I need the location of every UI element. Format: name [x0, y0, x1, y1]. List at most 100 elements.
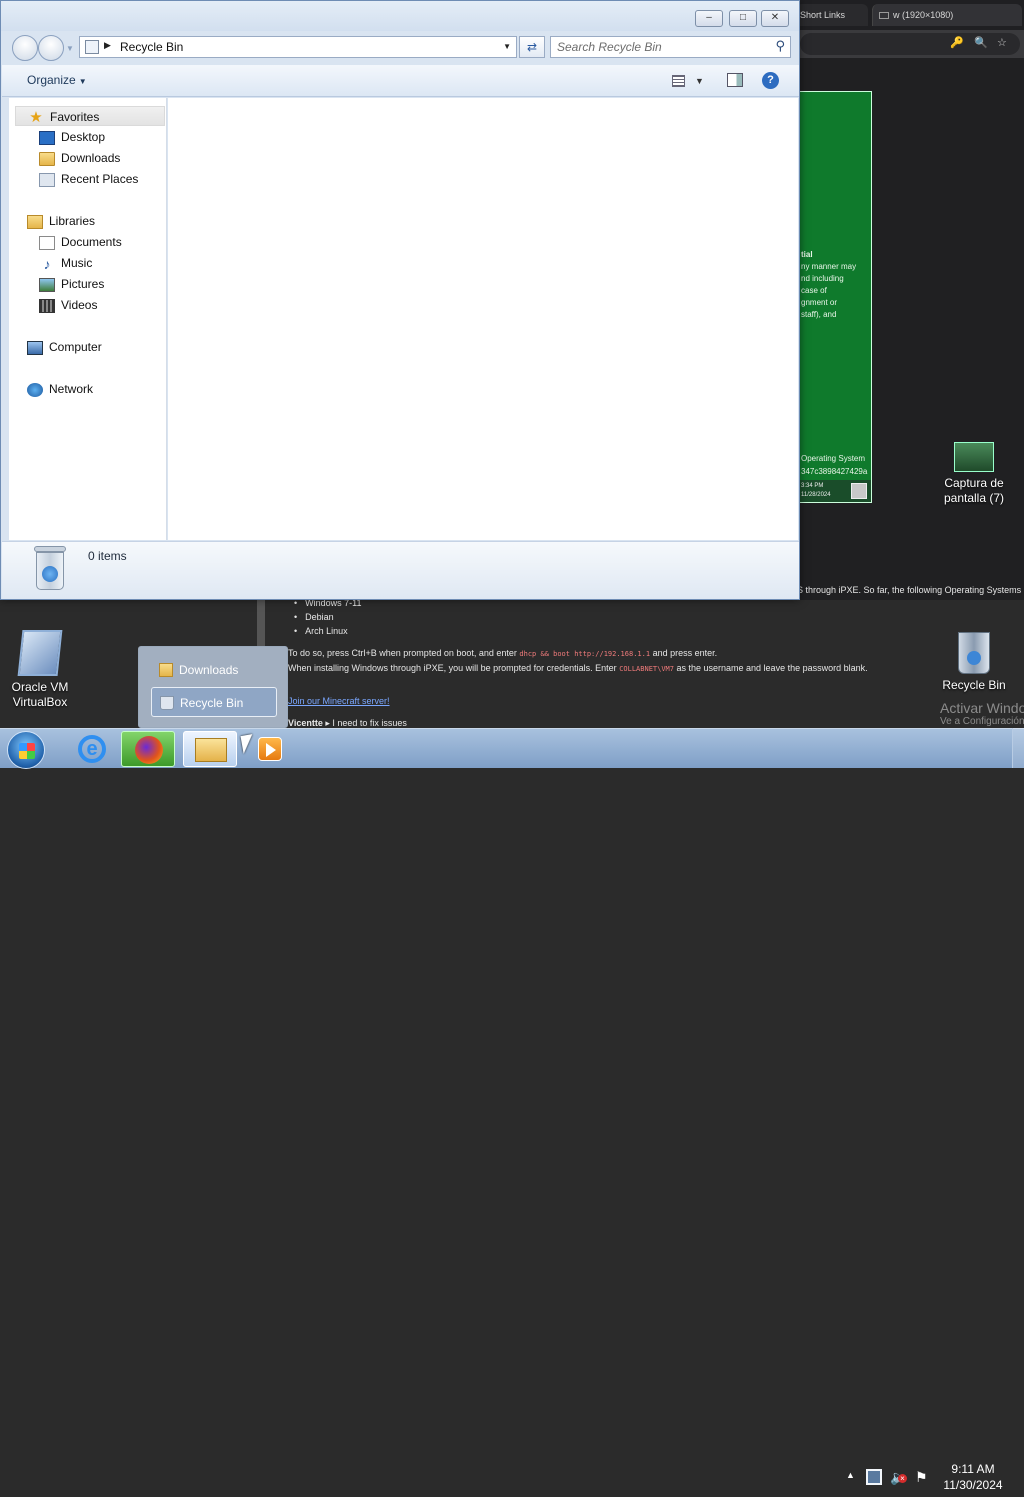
desktop-icon-recycle-bin[interactable]: Recycle Bin: [934, 632, 1014, 693]
comment-text: I need to fix issues: [332, 718, 407, 728]
minimize-button[interactable]: –: [695, 10, 723, 27]
notice-line: gnment or: [801, 298, 838, 307]
activation-watermark: Activar Windows Ve a Configuración: [940, 700, 1024, 727]
notice-line: ny manner may: [801, 262, 857, 271]
show-hidden-icons-chevron-icon[interactable]: ▲: [846, 1470, 855, 1480]
address-dropdown-icon[interactable]: ▼: [503, 42, 511, 51]
nav-item-videos[interactable]: Videos: [39, 295, 97, 315]
volume-muted-icon[interactable]: 🔈×: [890, 1469, 907, 1485]
notice-time: 3:34 PM: [801, 483, 824, 489]
notice-line: staff), and: [801, 310, 837, 319]
credential-instructions: When installing Windows through iPXE, yo…: [288, 663, 868, 673]
browser-tab-short-links[interactable]: Short Links: [796, 4, 868, 26]
image-file-icon: [954, 442, 994, 472]
recycle-bin-icon: [160, 696, 174, 710]
close-button[interactable]: ✕: [761, 10, 789, 27]
chevron-down-icon: ▼: [695, 76, 704, 86]
taskbar-internet-explorer[interactable]: e: [66, 731, 120, 767]
breadcrumb-arrow-icon[interactable]: ▶: [104, 40, 111, 51]
desktop-icon-label: Captura de pantalla (7): [943, 476, 1005, 505]
image-favicon-icon: [879, 12, 889, 19]
tab-label: Short Links: [800, 10, 846, 20]
libraries-icon: [27, 214, 43, 229]
show-desktop-button[interactable]: [1012, 728, 1024, 768]
details-view-icon: [672, 74, 685, 87]
article-content: S through iPXE. So far, the following Op…: [257, 580, 1024, 730]
taskbar-windows-explorer[interactable]: [183, 731, 237, 767]
media-player-icon: [258, 737, 282, 761]
maximize-button[interactable]: □: [729, 10, 757, 27]
desktop-icon-virtualbox[interactable]: Oracle VM VirtualBox: [0, 630, 80, 710]
nav-item-desktop[interactable]: Desktop: [39, 127, 105, 147]
jump-list-item-recycle-bin[interactable]: Recycle Bin: [151, 687, 277, 717]
change-view-button[interactable]: ▼: [672, 73, 712, 89]
taskbar-firefox[interactable]: [121, 731, 175, 767]
system-clock[interactable]: 9:11 AM 11/30/2024: [940, 1461, 1006, 1493]
nav-item-computer[interactable]: Computer: [27, 337, 102, 357]
minecraft-server-link[interactable]: Join our Minecraft server!: [288, 696, 390, 706]
notice-recycle-icon: [851, 483, 867, 499]
firefox-icon: [135, 736, 163, 764]
jump-list-item-downloads[interactable]: Downloads: [151, 655, 277, 685]
address-bar[interactable]: ▶ Recycle Bin ▼: [79, 36, 517, 58]
file-list-pane[interactable]: [168, 98, 798, 540]
recent-places-icon: [39, 172, 55, 187]
scrollbar-thumb[interactable]: [257, 600, 265, 646]
recycle-bin-large-icon: [32, 546, 68, 592]
start-orb-icon: [19, 743, 35, 759]
notice-date: 11/28/2024: [801, 492, 831, 498]
downloads-folder-icon: [159, 663, 173, 677]
details-pane: 0 items: [2, 541, 799, 599]
refresh-button[interactable]: ⇄: [519, 36, 545, 58]
item-count: 0 items: [88, 549, 127, 563]
pictures-icon: [39, 277, 55, 292]
nav-item-recent-places[interactable]: Recent Places: [39, 169, 138, 189]
preview-pane-button[interactable]: [727, 73, 743, 87]
recent-pages-chevron-icon[interactable]: ▼: [66, 44, 74, 53]
boot-command: dhcp && boot http://192.168.1.1: [519, 650, 651, 658]
network-icon[interactable]: [866, 1469, 882, 1485]
music-note-icon: ♪: [43, 255, 51, 272]
nav-item-documents[interactable]: Documents: [39, 232, 122, 252]
refresh-icon: ⇄: [526, 40, 538, 54]
nav-item-pictures[interactable]: Pictures: [39, 274, 104, 294]
nav-item-downloads[interactable]: Downloads: [39, 148, 120, 168]
desktop-icon-label: Oracle VM VirtualBox: [11, 680, 69, 709]
search-box[interactable]: ⚲: [550, 36, 791, 58]
title-bar[interactable]: – □ ✕: [1, 1, 799, 31]
downloads-folder-icon: [39, 151, 55, 166]
nav-item-libraries[interactable]: Libraries: [27, 211, 95, 231]
comment-author[interactable]: Vicentte: [288, 718, 323, 728]
article-intro-line: S through iPXE. So far, the following Op…: [797, 585, 1024, 595]
desktop-icon-label: Recycle Bin: [942, 678, 1006, 692]
breadcrumb-recycle-bin[interactable]: Recycle Bin: [120, 40, 183, 54]
star-bookmark-icon[interactable]: ☆: [997, 36, 1007, 49]
forward-button[interactable]: [38, 35, 64, 61]
key-icon[interactable]: 🔑: [950, 36, 964, 49]
search-input[interactable]: [555, 39, 767, 55]
os-list-item: Debian: [288, 612, 334, 622]
nav-item-favorites[interactable]: ★ Favorites: [15, 106, 165, 126]
documents-icon: [39, 235, 55, 250]
start-button[interactable]: [7, 731, 45, 769]
help-button[interactable]: ?: [762, 72, 779, 89]
notice-line: tial: [801, 250, 813, 259]
notice-line: case of: [801, 286, 827, 295]
action-center-flag-icon[interactable]: ⚑: [915, 1469, 931, 1485]
os-list-item: Arch Linux: [288, 626, 348, 636]
notice-footer-line: Operating System: [801, 454, 866, 463]
search-icon[interactable]: ⚲: [775, 38, 785, 54]
nav-item-music[interactable]: ♪ Music: [39, 253, 93, 273]
notice-line: nd including: [801, 274, 844, 283]
explorer-window: – □ ✕ ▼ ▶ Recycle Bin ▼ ⇄ ⚲ Organize▼ ▼ …: [0, 0, 800, 600]
browser-tab-image[interactable]: w (1920×1080): [872, 4, 1022, 26]
notice-footer-line: 347c3898427429a: [801, 467, 868, 476]
ie-icon: e: [78, 735, 106, 763]
notice-card: tial ny manner may nd including case of …: [797, 91, 872, 503]
nav-item-network[interactable]: Network: [27, 379, 93, 399]
desktop-icon-captura[interactable]: Captura de pantalla (7): [934, 442, 1014, 506]
zoom-icon[interactable]: 🔍: [974, 36, 988, 49]
command-bar: Organize ▼ ▼ ?: [2, 65, 799, 97]
organize-menu-button[interactable]: Organize ▼: [27, 73, 87, 87]
back-button[interactable]: [12, 35, 38, 61]
